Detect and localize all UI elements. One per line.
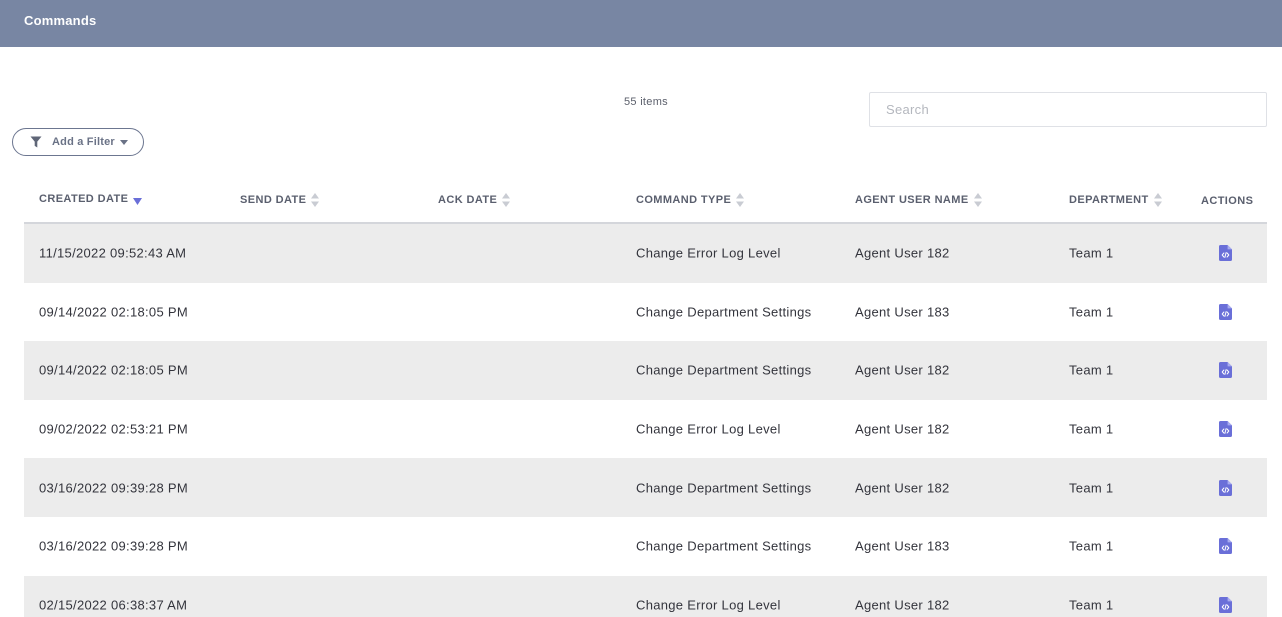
cell-agent-user-name: Agent User 182 — [855, 362, 950, 378]
cell-command-type: Change Department Settings — [636, 362, 812, 378]
code-file-icon[interactable] — [1219, 479, 1232, 496]
table-row[interactable]: 09/14/2022 02:18:05 PM Change Department… — [24, 341, 1267, 400]
sort-icon — [311, 193, 320, 207]
cell-command-type: Change Error Log Level — [636, 245, 781, 261]
cell-created-date: 09/02/2022 02:53:21 PM — [39, 421, 188, 437]
cell-created-date: 02/15/2022 06:38:37 AM — [39, 597, 188, 613]
cell-command-type: Change Error Log Level — [636, 421, 781, 437]
commands-table: CREATED DATE SEND DATE ACK DATE COMMAND … — [24, 177, 1267, 617]
add-filter-label: Add a Filter — [52, 136, 115, 148]
column-header-created-date[interactable]: CREATED DATE — [39, 193, 143, 205]
sort-icon — [502, 193, 511, 207]
code-file-icon[interactable] — [1219, 303, 1232, 320]
table-row[interactable]: 03/16/2022 09:39:28 PM Change Department… — [24, 458, 1267, 517]
filter-icon — [30, 136, 42, 148]
column-header-actions: ACTIONS — [1201, 195, 1254, 207]
table-header: CREATED DATE SEND DATE ACK DATE COMMAND … — [24, 177, 1267, 224]
sort-down-icon — [133, 198, 143, 205]
cell-created-date: 09/14/2022 02:18:05 PM — [39, 304, 188, 320]
cell-department: Team 1 — [1069, 421, 1114, 437]
table-row[interactable]: 09/14/2022 02:18:05 PM Change Department… — [24, 283, 1267, 342]
cell-command-type: Change Error Log Level — [636, 597, 781, 613]
table-row[interactable]: 11/15/2022 09:52:43 AM Change Error Log … — [24, 224, 1267, 283]
column-header-ack-date[interactable]: ACK DATE — [438, 193, 511, 207]
cell-department: Team 1 — [1069, 304, 1114, 320]
column-header-command-type[interactable]: COMMAND TYPE — [636, 193, 745, 207]
code-file-icon[interactable] — [1219, 596, 1232, 613]
column-header-agent-user-name[interactable]: AGENT USER NAME — [855, 193, 982, 207]
cell-command-type: Change Department Settings — [636, 538, 812, 554]
table-row[interactable]: 09/02/2022 02:53:21 PM Change Error Log … — [24, 400, 1267, 459]
table-row[interactable]: 03/16/2022 09:39:28 PM Change Department… — [24, 517, 1267, 576]
cell-agent-user-name: Agent User 182 — [855, 421, 950, 437]
column-header-send-date[interactable]: SEND DATE — [240, 193, 320, 207]
commands-app: Commands 55 items Add a Filter CREATED D… — [0, 0, 1282, 617]
sort-icon — [736, 193, 745, 207]
cell-department: Team 1 — [1069, 245, 1114, 261]
search-input[interactable] — [869, 92, 1267, 127]
cell-agent-user-name: Agent User 183 — [855, 304, 950, 320]
cell-agent-user-name: Agent User 182 — [855, 597, 950, 613]
code-file-icon[interactable] — [1219, 421, 1232, 438]
cell-created-date: 11/15/2022 09:52:43 AM — [39, 245, 187, 261]
code-file-icon[interactable] — [1219, 538, 1232, 555]
column-header-department[interactable]: DEPARTMENT — [1069, 193, 1162, 207]
caret-down-icon — [120, 140, 128, 145]
code-file-icon[interactable] — [1219, 245, 1232, 262]
table-row[interactable]: 02/15/2022 06:38:37 AM Change Error Log … — [24, 575, 1267, 617]
cell-department: Team 1 — [1069, 362, 1114, 378]
cell-agent-user-name: Agent User 183 — [855, 538, 950, 554]
cell-created-date: 03/16/2022 09:39:28 PM — [39, 538, 188, 554]
sort-icon — [973, 193, 982, 207]
code-file-icon[interactable] — [1219, 362, 1232, 379]
cell-department: Team 1 — [1069, 538, 1114, 554]
page-title: Commands — [24, 13, 97, 28]
cell-created-date: 09/14/2022 02:18:05 PM — [39, 362, 188, 378]
header-bar: Commands — [0, 0, 1282, 47]
cell-command-type: Change Department Settings — [636, 480, 812, 496]
cell-department: Team 1 — [1069, 597, 1114, 613]
cell-agent-user-name: Agent User 182 — [855, 480, 950, 496]
sort-icon — [1153, 193, 1162, 207]
item-count: 55 items — [624, 96, 668, 108]
cell-department: Team 1 — [1069, 480, 1114, 496]
cell-created-date: 03/16/2022 09:39:28 PM — [39, 480, 188, 496]
cell-agent-user-name: Agent User 182 — [855, 245, 950, 261]
add-filter-button[interactable]: Add a Filter — [12, 128, 144, 156]
table-body: 11/15/2022 09:52:43 AM Change Error Log … — [24, 224, 1267, 617]
cell-command-type: Change Department Settings — [636, 304, 812, 320]
